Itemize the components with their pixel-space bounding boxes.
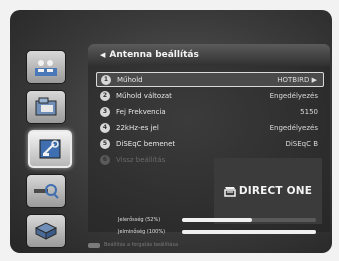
signal-quality-label: Jelminőség (100%) [118, 229, 166, 235]
storage-icon[interactable] [26, 214, 66, 248]
page-title: Antenna beállítás [109, 50, 199, 60]
item-value: Engedélyezés [269, 91, 318, 100]
item-label: Műhold [117, 75, 143, 84]
item-number: 2 [100, 90, 110, 101]
item-value: HOTBIRD ▶ [277, 75, 317, 84]
item-label: DiSEqC bemenet [116, 139, 176, 148]
item-value: Engedélyezés [269, 123, 318, 132]
footer-hint-text: Beállítás a forgatás beállítása [104, 242, 179, 248]
signal-strength-fill [182, 218, 252, 222]
tools-search-icon[interactable] [26, 174, 66, 208]
item-number: 3 [100, 106, 110, 117]
channel-preview: DIRECT ONE [214, 158, 322, 224]
signal-strength-track [182, 218, 316, 222]
channel-logo-text: DIRECT ONE [238, 185, 313, 197]
item-number: 4 [100, 122, 110, 133]
menu-item-22khz[interactable]: 4 22kHz-es jel Engedélyezés [96, 120, 324, 135]
remote-key-icon [88, 242, 100, 248]
satellite-dish-icon[interactable] [28, 130, 72, 168]
item-number: 1 [101, 74, 111, 85]
channel-logo: DIRECT ONE [214, 182, 322, 200]
main-menu-rail [26, 50, 72, 250]
menu-item-satellite-variant[interactable]: 2 Műhold változat Engedélyezés [96, 88, 324, 103]
tv-screen: ◀ Antenna beállítás 1 Műhold HOTBIRD ▶ 2… [10, 10, 332, 253]
item-number: 6 [100, 154, 110, 165]
signal-quality-track [182, 230, 316, 234]
signal-strength: Jelerősség (52%) [118, 216, 318, 224]
signal-quality-fill [182, 230, 316, 234]
item-label: Fej Frekvencia [116, 107, 166, 116]
footer-hint: Beállítás a forgatás beállítása [88, 240, 178, 250]
item-label: Műhold változat [116, 91, 172, 100]
menu-title-bar: ◀ Antenna beállítás [88, 44, 330, 66]
tv-frame: ◀ Antenna beállítás 1 Műhold HOTBIRD ▶ 2… [0, 0, 339, 261]
signal-quality: Jelminőség (100%) [118, 228, 318, 236]
direct-one-logo-icon [224, 187, 236, 197]
menu-item-diseqc[interactable]: 5 DiSEqC bemenet DiSEqC B [96, 136, 324, 151]
signal-strength-label: Jelerősség (52%) [118, 217, 161, 223]
settings-menu-icon[interactable] [26, 50, 66, 84]
menu-item-lnb-frequency[interactable]: 3 Fej Frekvencia 5150 [96, 104, 324, 119]
menu-item-satellite[interactable]: 1 Műhold HOTBIRD ▶ [96, 72, 324, 87]
back-arrow-icon[interactable]: ◀ [100, 51, 105, 59]
item-value: DiSEqC B [285, 139, 318, 148]
media-folder-icon[interactable] [26, 90, 66, 124]
item-number: 5 [100, 138, 110, 149]
item-label: 22kHz-es jel [116, 123, 159, 132]
item-value: 5150 [300, 107, 318, 116]
